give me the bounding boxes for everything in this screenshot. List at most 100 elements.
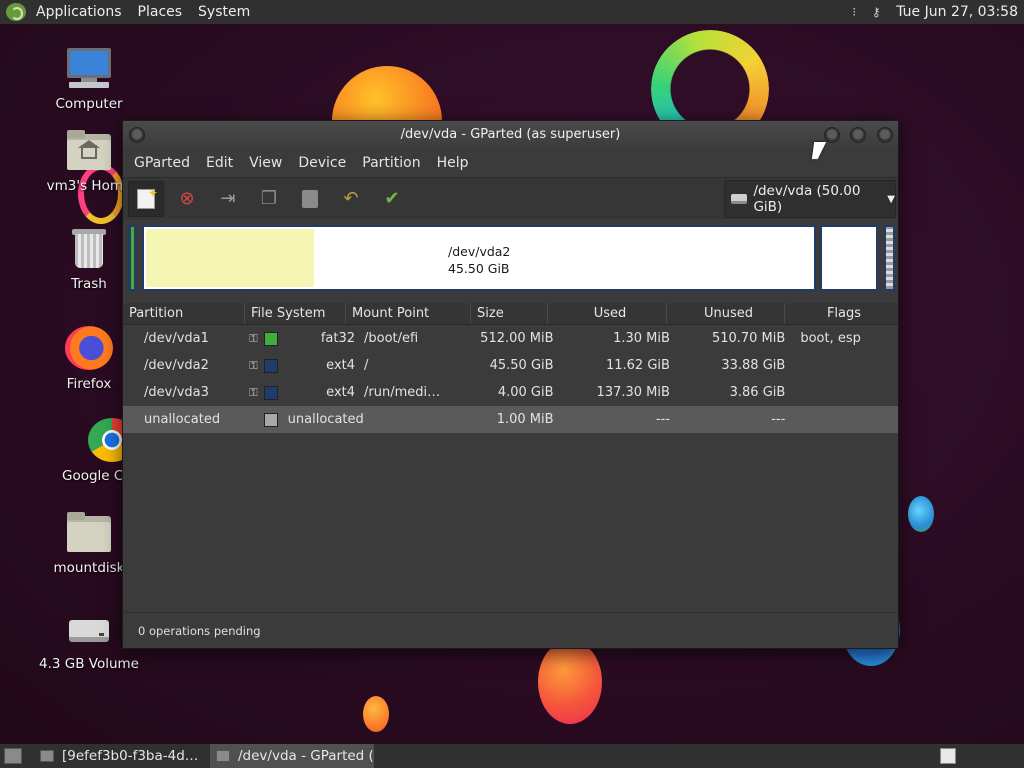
undo-button[interactable]: ↶ <box>333 181 369 217</box>
menu-system[interactable]: System <box>190 0 258 24</box>
table-header: Partition File System Mount Point Size U… <box>123 303 898 325</box>
cell-size: 4.00 GiB <box>497 385 554 400</box>
resize-move-icon: ⇥ <box>220 188 236 209</box>
apply-button[interactable]: ✔ <box>374 181 410 217</box>
table-row[interactable]: /dev/vda1 ⚿ fat32/boot/efi 512.00 MiB 1.30 M… <box>123 325 898 352</box>
menu-view[interactable]: View <box>241 155 290 171</box>
task-label: /dev/vda - GParted (… <box>238 748 374 764</box>
desktop-icon-label: 4.3 GB Volume <box>39 656 139 672</box>
resize-move-button[interactable]: ⇥ <box>210 181 246 217</box>
disk-map-vda2[interactable]: /dev/vda2 45.50 GiB <box>142 225 816 291</box>
cell-filesystem: fat32 <box>320 331 356 346</box>
maximize-button[interactable] <box>850 127 866 143</box>
menu-device[interactable]: Device <box>290 155 354 171</box>
disk-map-partition-name: /dev/vda2 <box>448 244 511 259</box>
cell-unused: 3.86 GiB <box>729 385 786 400</box>
new-partition-icon: ✦ <box>137 186 158 209</box>
chevron-down-icon: ▼ <box>887 193 895 205</box>
filesystem-color-swatch <box>264 331 279 346</box>
menu-partition[interactable]: Partition <box>354 155 428 171</box>
desktop-icon-label: Computer <box>55 96 123 112</box>
wallpaper-blue-egg <box>908 496 934 532</box>
table-row[interactable]: unallocated unallocated 1.00 MiB --- --- <box>123 406 898 433</box>
filesystem-color-swatch <box>264 412 279 427</box>
menu-gparted[interactable]: GParted <box>126 155 198 171</box>
operations-pending-text: 0 operations pending <box>138 624 261 638</box>
delete-partition-button[interactable]: ⊗ <box>169 181 205 217</box>
table-row[interactable]: /dev/vda2 ⚿ ext4 / 45.50 GiB 11.62 GiB 33.88 G… <box>123 352 898 379</box>
col-mountpoint[interactable]: Mount Point <box>346 303 471 324</box>
cell-filesystem: unallocated <box>287 412 364 427</box>
cell-unused: 33.88 GiB <box>721 358 786 373</box>
col-used[interactable]: Used <box>548 303 667 324</box>
trash-icon <box>65 226 113 270</box>
menu-applications[interactable]: Applications <box>28 0 130 24</box>
computer-icon <box>65 46 113 90</box>
device-selector[interactable]: /dev/vda (50.00 GiB) ▼ <box>724 180 896 218</box>
col-partition[interactable]: Partition <box>123 303 245 324</box>
drive-icon <box>65 606 113 650</box>
paste-button[interactable] <box>292 181 328 217</box>
cell-filesystem: ext4 <box>326 385 356 400</box>
cell-size: 45.50 GiB <box>489 358 554 373</box>
cell-mount: / <box>364 358 369 373</box>
key-icon[interactable]: ⚷ <box>868 5 884 19</box>
home-folder-icon <box>65 128 113 172</box>
device-selector-label: /dev/vda (50.00 GiB) <box>753 183 861 215</box>
delete-partition-icon: ⊗ <box>179 188 195 209</box>
close-button[interactable] <box>877 127 893 143</box>
col-filesystem[interactable]: File System <box>245 303 346 324</box>
mount-key-icon: ⚿ <box>249 385 258 399</box>
menu-edit[interactable]: Edit <box>198 155 241 171</box>
minimize-button[interactable] <box>824 127 840 143</box>
task-gparted[interactable]: /dev/vda - GParted (… <box>210 744 374 768</box>
table-row[interactable]: /dev/vda3 ⚿ ext4/run/medi… 4.00 GiB 137.30 M… <box>123 379 898 406</box>
wallpaper-orange-egg <box>538 640 602 724</box>
network-icon[interactable]: ⁝ <box>846 5 862 19</box>
new-partition-button[interactable]: ✦ <box>128 180 164 217</box>
toolbar: ✦ ⊗ ⇥ ❐ ↶ ✔ /dev/vda (50.00 GiB) ▼ <box>123 177 898 219</box>
task-label: [9efef3b0-f3ba-4d… <box>62 748 198 764</box>
folder-icon <box>65 510 113 554</box>
harddisk-icon <box>731 194 748 204</box>
window-titlebar[interactable]: /dev/vda - GParted (as superuser) <box>123 121 898 149</box>
partition-table: Partition File System Mount Point Size U… <box>123 303 898 433</box>
col-unused[interactable]: Unused <box>667 303 785 324</box>
disk-map-used-space <box>146 229 314 287</box>
copy-button[interactable]: ❐ <box>251 181 287 217</box>
disk-map-vda3[interactable] <box>820 225 878 291</box>
task-terminal[interactable]: [9efef3b0-f3ba-4d… <box>34 744 198 768</box>
cell-unused: --- <box>771 412 786 427</box>
cell-filesystem: ext4 <box>326 358 356 373</box>
filesystem-color-swatch <box>264 358 279 373</box>
wallpaper-small-orange <box>363 696 389 732</box>
disk-map-vda1[interactable] <box>128 225 137 291</box>
menu-places[interactable]: Places <box>130 0 191 24</box>
apply-icon: ✔ <box>384 188 400 209</box>
cell-used: 137.30 MiB <box>596 385 670 400</box>
cell-size: 512.00 MiB <box>480 331 554 346</box>
chrome-icon <box>88 418 124 462</box>
status-bar: 0 operations pending <box>123 612 898 648</box>
workspace-switcher[interactable] <box>940 748 956 764</box>
cell-used: --- <box>655 412 670 427</box>
distro-logo-icon[interactable] <box>6 3 26 21</box>
col-flags[interactable]: Flags <box>785 303 897 324</box>
mount-key-icon: ⚿ <box>249 358 258 372</box>
window-menu-button[interactable] <box>129 127 145 143</box>
col-size[interactable]: Size <box>471 303 548 324</box>
clock[interactable]: Tue Jun 27, 03:58 <box>890 4 1024 20</box>
desktop-icon-computer[interactable]: Computer <box>36 46 142 112</box>
menu-help[interactable]: Help <box>429 155 477 171</box>
copy-icon: ❐ <box>260 188 278 209</box>
desktop-icon-chrome[interactable]: Google Chrome <box>36 418 124 484</box>
gparted-window: /dev/vda - GParted (as superuser) GParte… <box>122 120 899 649</box>
filesystem-color-swatch <box>264 385 279 400</box>
show-desktop-button[interactable] <box>4 748 22 764</box>
cell-mount: /boot/efi <box>364 331 419 346</box>
cell-partition: /dev/vda2 <box>144 358 209 373</box>
gparted-icon <box>216 750 230 762</box>
disk-map-unallocated[interactable] <box>884 225 895 291</box>
cell-partition: unallocated <box>144 412 221 427</box>
window-title: /dev/vda - GParted (as superuser) <box>400 127 621 142</box>
